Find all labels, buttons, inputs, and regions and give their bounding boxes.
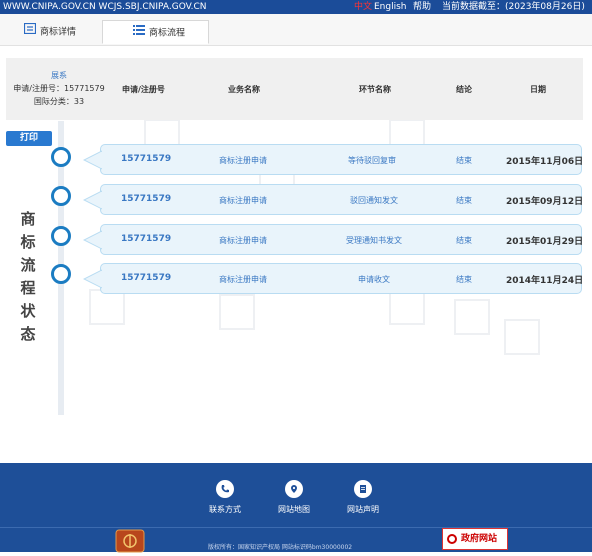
title-char: 商 <box>20 210 36 228</box>
footer-statement-link[interactable]: 网站声明 <box>333 480 393 515</box>
row-step: 申请收文 <box>358 275 390 284</box>
list-icon <box>23 20 37 44</box>
flow-row: 15771579 商标注册申请 受理通知书发文 结束 2015年01月29日 <box>83 224 584 255</box>
title-char: 态 <box>20 325 36 343</box>
row-date: 2015年01月29日 <box>506 237 584 247</box>
row-date: 2014年11月24日 <box>506 276 584 286</box>
row-number[interactable]: 15771579 <box>121 154 171 164</box>
timeline-node <box>51 226 71 246</box>
row-result: 结束 <box>456 275 472 284</box>
phone-icon <box>216 480 234 498</box>
timeline-node <box>51 264 71 284</box>
tab-bar: 商标详情 商标流程 <box>0 14 592 46</box>
row-number[interactable]: 15771579 <box>121 273 171 283</box>
row-date: 2015年11月06日 <box>506 157 584 167</box>
site-links[interactable]: WWW.CNIPA.GOV.CN WCJS.SBJ.CNIPA.GOV.CN <box>3 0 207 14</box>
tab-label: 商标详情 <box>40 27 77 38</box>
row-business: 商标注册申请 <box>219 196 267 205</box>
lang-english-link[interactable]: English <box>374 0 407 14</box>
gov-badge-label: 政府网站 <box>461 534 498 544</box>
copyright-text: 版权所有：国家知识产权局 网站标识码bm30000002 <box>208 544 353 551</box>
tab-trademark-flow[interactable]: 商标流程 <box>102 20 209 44</box>
footer-link-label: 网站声明 <box>347 505 379 514</box>
flow-icon <box>133 21 145 45</box>
flow-row: 15771579 商标注册申请 驳回通知发文 结束 2015年09月12日 <box>83 184 584 215</box>
footer-contact-link[interactable]: 联系方式 <box>195 480 255 515</box>
gov-website-badge[interactable]: 政府网站 <box>442 528 508 550</box>
footer: 联系方式 网站地图 网站声明 版权所有：国家知识产权局 网站标识码bm30000… <box>0 463 592 553</box>
timeline-node <box>51 186 71 206</box>
row-step: 受理通知书发文 <box>346 236 402 245</box>
column-header-date: 日期 <box>530 85 546 94</box>
title-char: 状 <box>20 302 36 320</box>
tab-label: 商标流程 <box>149 28 186 39</box>
row-number[interactable]: 15771579 <box>121 194 171 204</box>
flow-row: 15771579 商标注册申请 申请收文 结束 2014年11月24日 <box>83 263 584 294</box>
title-char: 标 <box>20 233 36 251</box>
column-header-number: 申请/注册号 <box>122 85 165 94</box>
map-pin-icon <box>285 480 303 498</box>
row-step: 等待驳回复审 <box>348 156 396 165</box>
application-info-link[interactable]: 展系 <box>6 69 112 82</box>
data-as-of: 当前数据截至：(2023年08月26日) <box>442 2 585 12</box>
table-header: 展系 申请/注册号：15771579 国际分类：33 申请/注册号 业务名称 环… <box>6 58 583 120</box>
help-link[interactable]: 帮助 <box>413 0 431 14</box>
print-button[interactable]: 打印 <box>6 131 52 146</box>
column-header-result: 结论 <box>456 85 472 94</box>
row-business: 商标注册申请 <box>219 236 267 245</box>
footer-link-label: 网站地图 <box>278 505 310 514</box>
row-business: 商标注册申请 <box>219 156 267 165</box>
title-char: 流 <box>20 256 36 274</box>
lang-chinese-link[interactable]: 中文 <box>354 0 372 14</box>
gov-badge-icon <box>447 534 457 544</box>
top-bar: WWW.CNIPA.GOV.CN WCJS.SBJ.CNIPA.GOV.CN 中… <box>0 0 592 14</box>
column-header-step: 环节名称 <box>359 85 391 94</box>
application-info: 展系 申请/注册号：15771579 国际分类：33 <box>6 58 112 120</box>
column-header-business: 业务名称 <box>228 85 260 94</box>
registration-number: 申请/注册号：15771579 <box>13 84 105 93</box>
row-step: 驳回通知发文 <box>350 196 398 205</box>
row-business: 商标注册申请 <box>219 275 267 284</box>
flow-status-title: 商 标 流 程 状 态 <box>15 208 41 346</box>
row-date: 2015年09月12日 <box>506 197 584 207</box>
row-result: 结束 <box>456 156 472 165</box>
timeline-node <box>51 147 71 167</box>
footer-link-label: 联系方式 <box>209 505 241 514</box>
row-number[interactable]: 15771579 <box>121 234 171 244</box>
flow-row: 15771579 商标注册申请 等待驳回复审 结束 2015年11月06日 <box>83 144 584 175</box>
row-result: 结束 <box>456 236 472 245</box>
footer-sitemap-link[interactable]: 网站地图 <box>264 480 324 515</box>
title-char: 程 <box>20 279 36 297</box>
tab-trademark-detail[interactable]: 商标详情 <box>16 20 102 44</box>
row-result: 结束 <box>456 196 472 205</box>
international-class: 国际分类：33 <box>33 97 85 106</box>
document-icon <box>354 480 372 498</box>
